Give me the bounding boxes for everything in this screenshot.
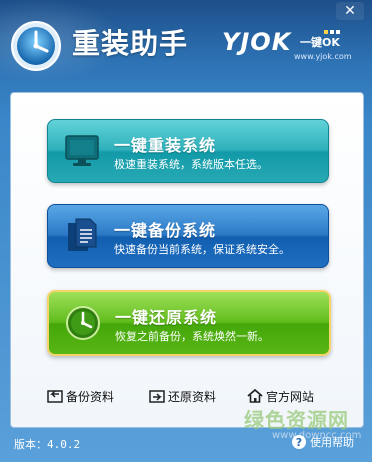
brand-slogan: 一键OK xyxy=(300,36,340,49)
backup-title: 一键备份系统 xyxy=(114,221,217,240)
reinstall-title: 一键重装系统 xyxy=(114,136,217,155)
backup-data-label: 备份资料 xyxy=(66,389,115,404)
backup-system-button[interactable]: 一键备份系统 快速备份当前系统，保证系统安全。 xyxy=(47,204,329,268)
watermark-logo: 绿色资源网 xyxy=(244,408,349,432)
header: ✕ 重装助手 YJOK 一键OK www.yjok.com xyxy=(0,0,372,92)
backup-data-icon xyxy=(47,390,63,403)
main-panel: 一键重装系统 极速重装系统，系统版本任选。 一键备份系统 快速备份当前系统，保证… xyxy=(10,92,364,428)
clock-icon xyxy=(66,306,100,340)
brand-logo: YJOK 一键OK www.yjok.com xyxy=(222,28,372,68)
home-icon xyxy=(247,388,263,403)
app-title: 重装助手 xyxy=(72,27,189,60)
app-window: ✕ 重装助手 YJOK 一键OK www.yjok.com 一键重装系统 极速重… xyxy=(0,0,372,462)
restore-data-icon xyxy=(149,390,165,403)
monitor-icon xyxy=(65,135,99,166)
help-icon: ? xyxy=(292,435,306,449)
brand-url: www.yjok.com xyxy=(294,52,352,61)
restore-title: 一键还原系统 xyxy=(115,308,218,327)
backup-data-link[interactable]: 备份资料 xyxy=(47,385,114,407)
restore-data-link[interactable]: 还原资料 xyxy=(149,385,216,407)
brand-name: YJOK xyxy=(222,28,292,56)
reinstall-desc: 极速重装系统，系统版本任选。 xyxy=(114,158,268,171)
backup-desc: 快速备份当前系统，保证系统安全。 xyxy=(114,243,290,256)
official-site-label: 官方网站 xyxy=(266,389,315,404)
close-button[interactable]: ✕ xyxy=(336,2,364,20)
restore-system-button[interactable]: 一键还原系统 恢复之前备份，系统焕然一新。 xyxy=(47,290,331,356)
help-link[interactable]: ? 使用帮助 xyxy=(292,434,354,450)
restore-data-label: 还原资料 xyxy=(168,389,217,404)
documents-icon xyxy=(68,218,97,251)
reinstall-system-button[interactable]: 一键重装系统 极速重装系统，系统版本任选。 xyxy=(47,119,329,183)
clock-logo-icon xyxy=(11,21,61,71)
version-label: 版本：4.0.2 xyxy=(14,438,81,451)
help-label: 使用帮助 xyxy=(310,436,354,449)
restore-desc: 恢复之前备份，系统焕然一新。 xyxy=(115,330,269,343)
